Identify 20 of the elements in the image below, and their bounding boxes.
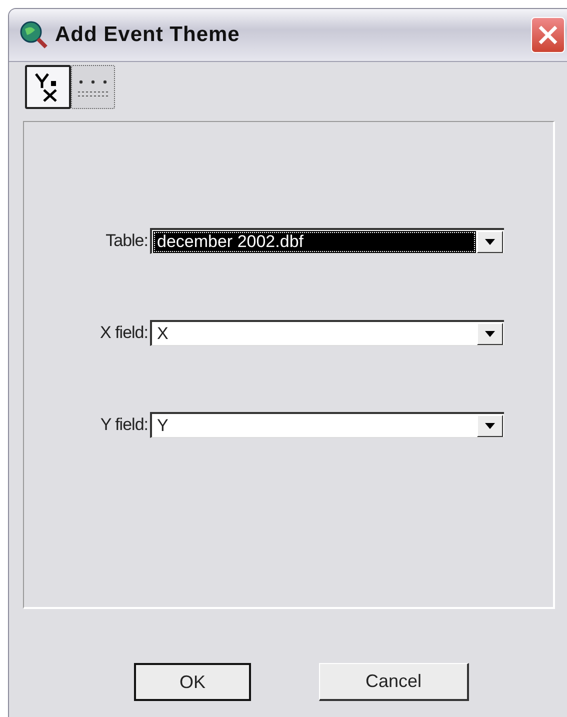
caret-icon	[485, 330, 495, 336]
caret-icon	[485, 238, 495, 244]
dialog-button[interactable]: OK	[134, 663, 251, 701]
dropdown-field[interactable]: X	[150, 320, 504, 346]
dropdown-field[interactable]: december 2002.dbf	[150, 228, 504, 254]
dropdown-field[interactable]: Y	[150, 412, 504, 438]
close-button[interactable]	[531, 17, 565, 53]
dropdown-button[interactable]	[477, 322, 503, 344]
tab[interactable]	[25, 65, 71, 109]
dropdown-value: december 2002.dbf	[153, 230, 476, 252]
close-icon	[537, 24, 559, 46]
caret-icon	[485, 422, 495, 428]
window-title: Add Event Theme	[55, 23, 241, 47]
dropdown-button[interactable]	[477, 230, 503, 252]
field-label: Table:	[104, 231, 149, 251]
dialog-button[interactable]: Cancel	[319, 663, 469, 701]
dropdown-button[interactable]	[477, 414, 503, 436]
field-label: X field:	[99, 323, 149, 343]
field-label: Y field:	[99, 415, 149, 435]
globe-magnifier-icon	[19, 20, 49, 50]
